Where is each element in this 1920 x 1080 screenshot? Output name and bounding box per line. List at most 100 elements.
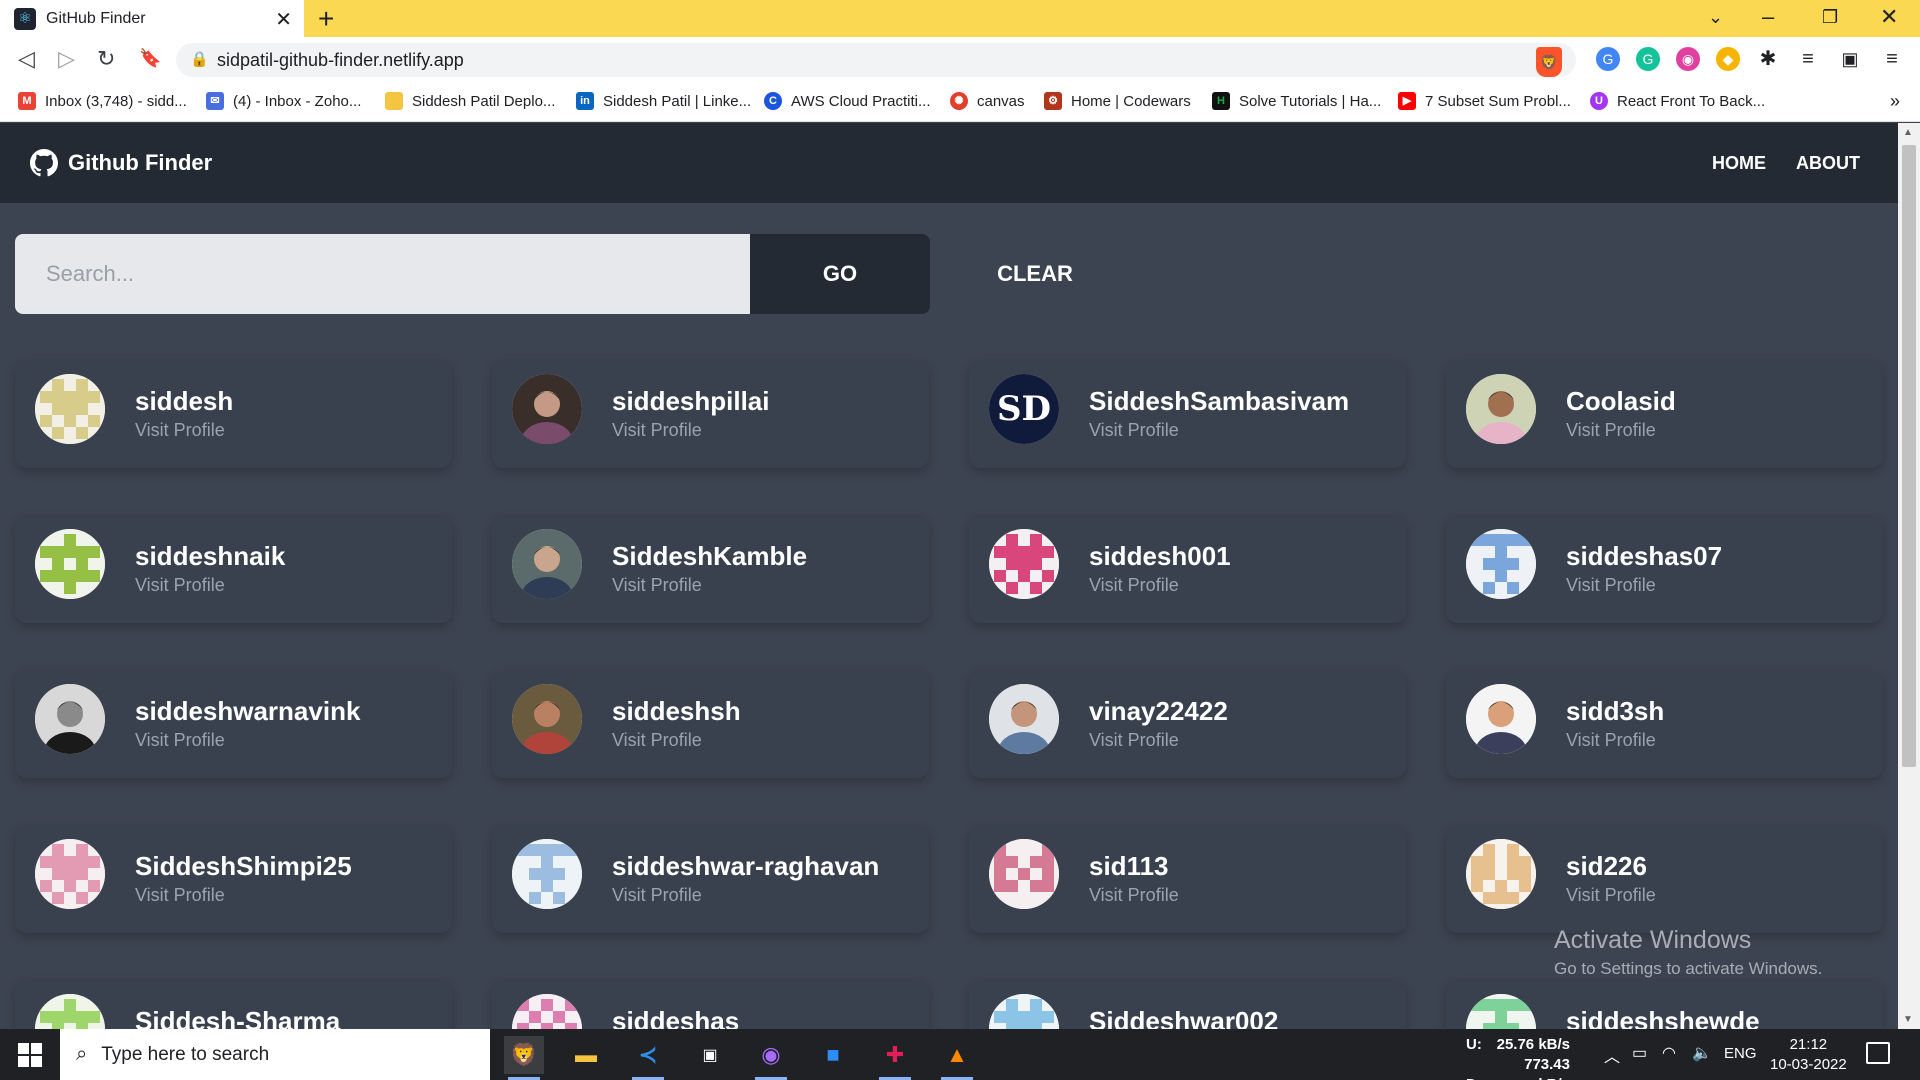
- visit-profile-link[interactable]: Visit Profile: [1089, 885, 1179, 906]
- user-card[interactable]: siddesh Visit Profile: [15, 360, 452, 468]
- omnibox[interactable]: 🔒 sidpatil-github-finder.netlify.app 🦁: [176, 43, 1576, 77]
- user-card[interactable]: vinay22422 Visit Profile: [969, 670, 1406, 778]
- translate-extension-icon[interactable]: G: [1596, 47, 1620, 71]
- bookmark-aws[interactable]: C AWS Cloud Practiti...: [764, 92, 930, 110]
- user-card[interactable]: sid113 Visit Profile: [969, 825, 1406, 933]
- scroll-down-arrow-icon[interactable]: ▼: [1903, 1014, 1913, 1025]
- user-avatar[interactable]: [989, 529, 1059, 599]
- bookmark-hackerrank[interactable]: H Solve Tutorials | Ha...: [1212, 92, 1381, 110]
- close-window-icon[interactable]: ✕: [1880, 4, 1898, 30]
- taskbar-brave-icon[interactable]: 🦁: [504, 1036, 544, 1080]
- user-avatar[interactable]: [1466, 529, 1536, 599]
- visit-profile-link[interactable]: Visit Profile: [612, 885, 702, 906]
- visit-profile-link[interactable]: Visit Profile: [1566, 420, 1656, 441]
- windows-start-icon[interactable]: [18, 1043, 42, 1067]
- user-card[interactable]: sid226 Visit Profile: [1446, 825, 1883, 933]
- visit-profile-link[interactable]: Visit Profile: [1566, 730, 1656, 751]
- taskbar-zoom-icon[interactable]: ■: [813, 1036, 853, 1074]
- taskbar-vscode-icon[interactable]: ≺: [628, 1036, 668, 1080]
- user-avatar[interactable]: SD: [989, 374, 1059, 444]
- user-avatar[interactable]: [35, 684, 105, 754]
- user-avatar[interactable]: [1466, 839, 1536, 909]
- visit-profile-link[interactable]: Visit Profile: [135, 885, 225, 906]
- user-avatar[interactable]: [512, 529, 582, 599]
- extensions-puzzle-icon[interactable]: ✱: [1756, 47, 1780, 71]
- restore-icon[interactable]: ❐: [1822, 7, 1838, 28]
- close-tab-icon[interactable]: ✕: [275, 7, 292, 32]
- bookmark-icon[interactable]: 🔖: [139, 48, 161, 69]
- taskbar-file-explorer-icon[interactable]: ▬: [566, 1036, 606, 1074]
- user-card[interactable]: siddeshsh Visit Profile: [492, 670, 929, 778]
- visit-profile-link[interactable]: Visit Profile: [1566, 885, 1656, 906]
- scroll-thumb[interactable]: [1902, 145, 1916, 767]
- wallet-icon[interactable]: ▣: [1838, 47, 1862, 71]
- user-avatar[interactable]: [989, 839, 1059, 909]
- user-avatar[interactable]: [512, 374, 582, 444]
- taskbar-github-desktop-icon[interactable]: ◉: [751, 1036, 791, 1080]
- wifi-icon[interactable]: ◠: [1662, 1043, 1676, 1063]
- visit-profile-link[interactable]: Visit Profile: [612, 730, 702, 751]
- url-text[interactable]: sidpatil-github-finder.netlify.app: [217, 50, 464, 71]
- volume-icon[interactable]: 🔈: [1692, 1043, 1712, 1063]
- bookmark-gmail[interactable]: M Inbox (3,748) - sidd...: [18, 92, 187, 110]
- visit-profile-link[interactable]: Visit Profile: [1566, 575, 1656, 596]
- user-card[interactable]: sidd3sh Visit Profile: [1446, 670, 1883, 778]
- visit-profile-link[interactable]: Visit Profile: [135, 730, 225, 751]
- visit-profile-link[interactable]: Visit Profile: [1089, 420, 1179, 441]
- user-card[interactable]: siddeshas07 Visit Profile: [1446, 515, 1883, 623]
- minimize-icon[interactable]: –: [1762, 4, 1774, 30]
- user-card[interactable]: siddeshnaik Visit Profile: [15, 515, 452, 623]
- go-button[interactable]: GO: [750, 234, 930, 314]
- user-avatar[interactable]: [35, 839, 105, 909]
- grammarly-extension-icon[interactable]: G: [1636, 47, 1660, 71]
- visit-profile-link[interactable]: Visit Profile: [612, 575, 702, 596]
- user-card[interactable]: siddeshwarnavink Visit Profile: [15, 670, 452, 778]
- page-scrollbar[interactable]: ▲ ▼: [1898, 123, 1920, 1029]
- bookmark-youtube[interactable]: ▶ 7 Subset Sum Probl...: [1398, 92, 1571, 110]
- color-picker-extension-icon[interactable]: ◆: [1716, 47, 1740, 71]
- user-avatar[interactable]: [512, 839, 582, 909]
- bookmark-codewars[interactable]: ⚙ Home | Codewars: [1044, 92, 1191, 110]
- tray-chevron-up-icon[interactable]: ︿: [1604, 1043, 1620, 1067]
- user-card[interactable]: Coolasid Visit Profile: [1446, 360, 1883, 468]
- new-tab-icon[interactable]: +: [318, 3, 334, 35]
- visit-profile-link[interactable]: Visit Profile: [1089, 575, 1179, 596]
- user-card[interactable]: siddeshpillai Visit Profile: [492, 360, 929, 468]
- scroll-up-arrow-icon[interactable]: ▲: [1903, 127, 1913, 138]
- battery-icon[interactable]: ▭: [1632, 1043, 1647, 1063]
- tab-search-chevron-icon[interactable]: ⌄: [1708, 7, 1723, 28]
- bookmark-deploy-folder[interactable]: Siddesh Patil Deplo...: [385, 92, 555, 110]
- menu-icon[interactable]: ≡: [1880, 47, 1904, 71]
- clear-button[interactable]: CLEAR: [960, 234, 1110, 314]
- bookmark-canvas[interactable]: ✺ canvas: [950, 92, 1025, 110]
- language-indicator[interactable]: ENG: [1724, 1045, 1757, 1062]
- user-card[interactable]: SiddeshKamble Visit Profile: [492, 515, 929, 623]
- reload-icon[interactable]: ↻: [97, 46, 115, 72]
- screen-recorder-extension-icon[interactable]: ◉: [1676, 47, 1700, 71]
- user-card[interactable]: siddeshwar-raghavan Visit Profile: [492, 825, 929, 933]
- browser-tab[interactable]: ⚛ GitHub Finder ✕: [0, 0, 304, 37]
- bookmark-udemy[interactable]: U React Front To Back...: [1590, 92, 1765, 110]
- forward-icon[interactable]: ▷: [58, 46, 75, 72]
- visit-profile-link[interactable]: Visit Profile: [135, 575, 225, 596]
- back-icon[interactable]: ◁: [18, 46, 35, 72]
- user-avatar[interactable]: [512, 684, 582, 754]
- taskbar-slack-icon[interactable]: ✚: [875, 1036, 915, 1080]
- more-bookmarks-icon[interactable]: »: [1890, 91, 1900, 112]
- user-card[interactable]: SiddeshShimpi25 Visit Profile: [15, 825, 452, 933]
- brave-shields-icon[interactable]: 🦁: [1536, 47, 1562, 77]
- visit-profile-link[interactable]: Visit Profile: [612, 420, 702, 441]
- nav-home-link[interactable]: HOME: [1712, 153, 1766, 174]
- visit-profile-link[interactable]: Visit Profile: [135, 420, 225, 441]
- taskbar-clock[interactable]: 21:12 10-03-2022: [1770, 1035, 1847, 1075]
- user-card[interactable]: SD SiddeshSambasivam Visit Profile: [969, 360, 1406, 468]
- brand[interactable]: Github Finder: [30, 149, 212, 177]
- user-avatar[interactable]: [1466, 684, 1536, 754]
- user-avatar[interactable]: [35, 374, 105, 444]
- bookmark-zoho[interactable]: ✉ (4) - Inbox - Zoho...: [206, 92, 361, 110]
- search-input[interactable]: [15, 234, 750, 314]
- bookmark-linkedin[interactable]: in Siddesh Patil | Linke...: [576, 92, 751, 110]
- notification-center-icon[interactable]: [1866, 1042, 1890, 1064]
- user-avatar[interactable]: [35, 529, 105, 599]
- nav-about-link[interactable]: ABOUT: [1796, 153, 1860, 174]
